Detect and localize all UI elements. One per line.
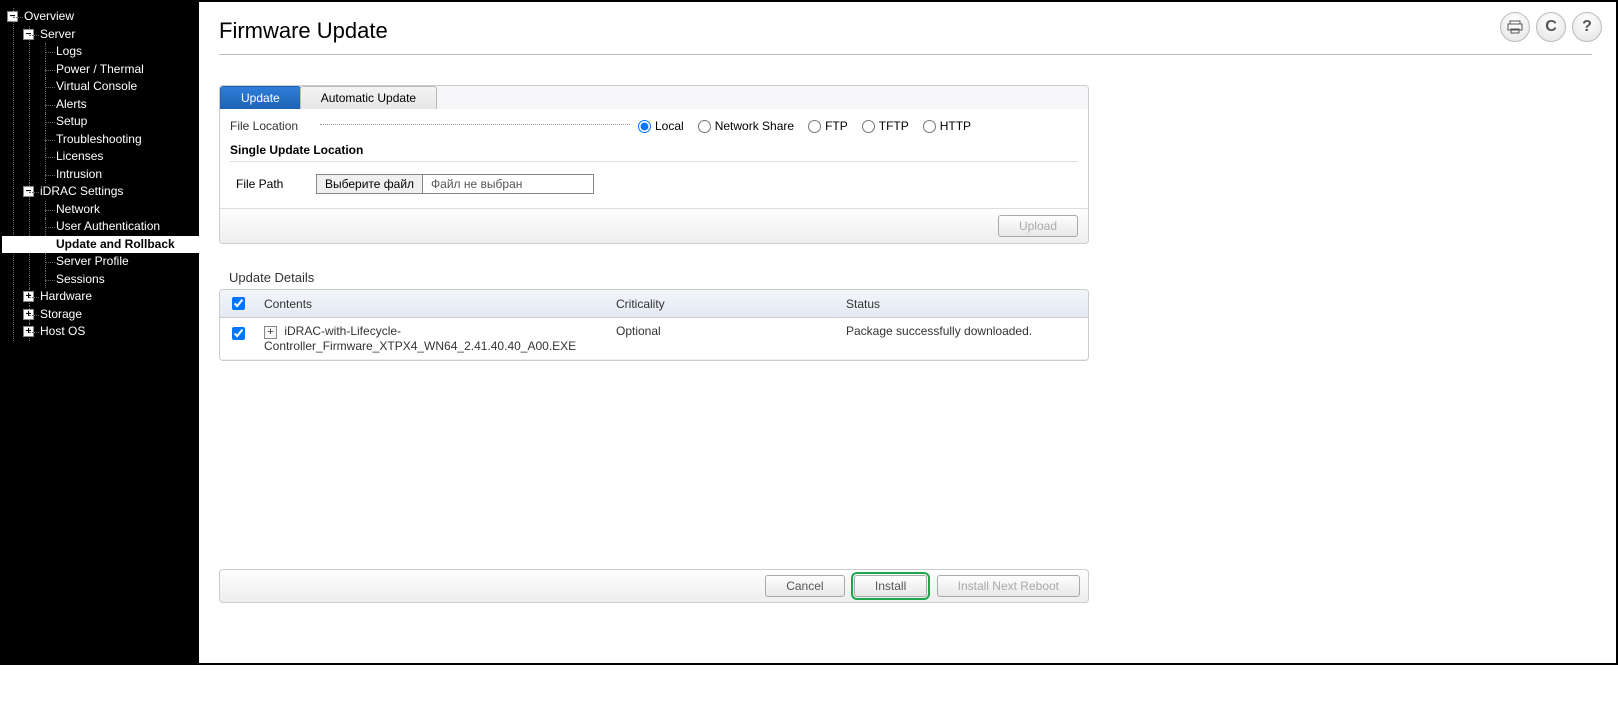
upload-button[interactable]: Upload	[998, 215, 1078, 237]
nav-hardware[interactable]: Hardware	[40, 288, 92, 306]
radio-http[interactable]	[923, 120, 936, 133]
nav-setup[interactable]: Setup	[56, 113, 87, 131]
row-status: Package successfully downloaded.	[838, 318, 1088, 360]
page-title: Firmware Update	[219, 18, 1592, 44]
col-contents: Contents	[256, 290, 608, 318]
select-all-checkbox[interactable]	[232, 297, 245, 310]
radio-ftp-label: FTP	[825, 119, 848, 133]
dotted-divider	[320, 124, 630, 125]
radio-ftp[interactable]	[808, 120, 821, 133]
table-row: + iDRAC-with-Lifecycle-Controller_Firmwa…	[220, 318, 1088, 360]
tab-update[interactable]: Update	[220, 86, 301, 109]
file-input[interactable]: Выберите файл Файл не выбран	[316, 174, 594, 194]
tree-toggle-storage[interactable]	[23, 309, 34, 320]
nav-overview[interactable]: Overview	[24, 8, 74, 26]
nav-network[interactable]: Network	[56, 201, 100, 219]
nav-power-thermal[interactable]: Power / Thermal	[56, 61, 144, 79]
col-status: Status	[838, 290, 1088, 318]
help-icon[interactable]: ?	[1572, 12, 1602, 42]
single-update-location-title: Single Update Location	[230, 143, 1078, 157]
nav-tree: Overview Server Logs Power / Thermal Vir…	[2, 2, 199, 663]
update-details-panel: Contents Criticality Status + iDRAC-with…	[219, 289, 1089, 361]
file-path-label: File Path	[236, 177, 296, 191]
file-location-radio-group: Local Network Share FTP TFTP HTTP	[638, 119, 971, 133]
nav-host-os[interactable]: Host OS	[40, 323, 85, 341]
file-location-label: File Location	[230, 119, 320, 133]
nav-server-profile[interactable]: Server Profile	[56, 253, 129, 271]
expand-row-icon[interactable]: +	[264, 326, 277, 339]
main-content: C ? Firmware Update Update Automatic Upd…	[199, 2, 1616, 663]
update-panel: Update Automatic Update File Location Lo…	[219, 85, 1089, 244]
install-button[interactable]: Install	[854, 575, 927, 597]
nav-virtual-console[interactable]: Virtual Console	[56, 78, 137, 96]
tree-toggle-server[interactable]	[23, 29, 34, 40]
radio-tftp-label: TFTP	[879, 119, 909, 133]
tab-automatic-update[interactable]: Automatic Update	[300, 86, 437, 109]
nav-intrusion[interactable]: Intrusion	[56, 166, 102, 184]
print-icon[interactable]	[1500, 12, 1530, 42]
nav-user-authentication[interactable]: User Authentication	[56, 218, 160, 236]
file-choose-button[interactable]: Выберите файл	[317, 175, 423, 193]
nav-logs[interactable]: Logs	[56, 43, 82, 61]
nav-update-rollback[interactable]: Update and Rollback	[56, 236, 175, 254]
radio-local[interactable]	[638, 120, 651, 133]
tree-toggle-overview[interactable]	[7, 11, 18, 22]
cancel-button[interactable]: Cancel	[765, 575, 844, 597]
action-bar: Cancel Install Install Next Reboot	[219, 569, 1089, 603]
radio-network-share[interactable]	[698, 120, 711, 133]
nav-storage[interactable]: Storage	[40, 306, 82, 324]
radio-tftp[interactable]	[862, 120, 875, 133]
nav-idrac-settings[interactable]: iDRAC Settings	[40, 183, 123, 201]
refresh-icon[interactable]: C	[1536, 12, 1566, 42]
tree-toggle-hostos[interactable]	[23, 326, 34, 337]
row-criticality: Optional	[608, 318, 838, 360]
col-criticality: Criticality	[608, 290, 838, 318]
nav-troubleshooting[interactable]: Troubleshooting	[56, 131, 142, 149]
radio-local-label: Local	[655, 119, 684, 133]
tree-toggle-hardware[interactable]	[23, 291, 34, 302]
nav-alerts[interactable]: Alerts	[56, 96, 87, 114]
radio-http-label: HTTP	[940, 119, 971, 133]
nav-licenses[interactable]: Licenses	[56, 148, 103, 166]
row-checkbox[interactable]	[232, 327, 245, 340]
row-contents: iDRAC-with-Lifecycle-Controller_Firmware…	[264, 324, 576, 353]
file-chosen-text: Файл не выбран	[423, 175, 593, 193]
update-details-title: Update Details	[229, 270, 1592, 285]
nav-sessions[interactable]: Sessions	[56, 271, 105, 289]
install-next-reboot-button[interactable]: Install Next Reboot	[937, 575, 1080, 597]
tree-toggle-idrac[interactable]	[23, 186, 34, 197]
radio-network-share-label: Network Share	[715, 119, 794, 133]
nav-server[interactable]: Server	[40, 26, 75, 44]
